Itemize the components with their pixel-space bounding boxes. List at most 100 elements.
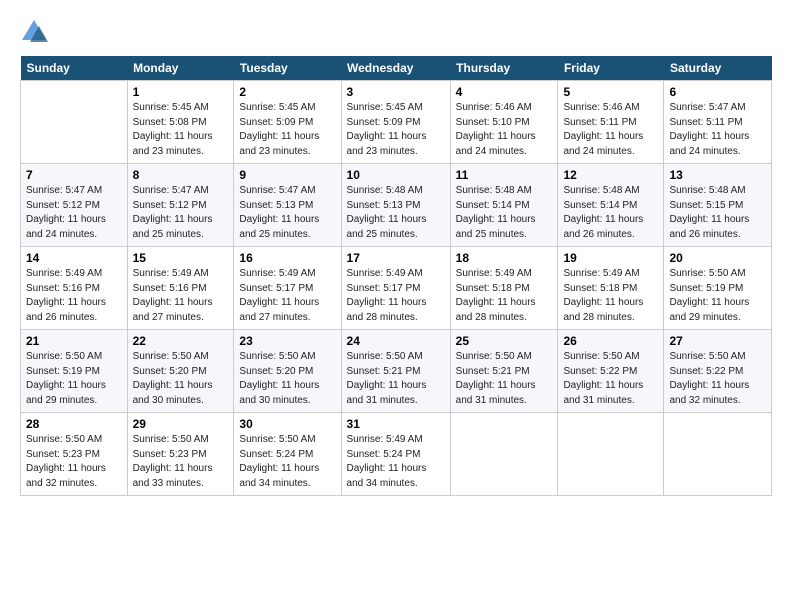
day-info: Sunrise: 5:49 AMSunset: 5:16 PMDaylight:… <box>133 267 229 325</box>
day-number: 8 <box>133 168 229 182</box>
day-info: Sunrise: 5:50 AMSunset: 5:20 PMDaylight:… <box>133 350 229 408</box>
page: SundayMondayTuesdayWednesdayThursdayFrid… <box>0 0 792 506</box>
col-header-tuesday: Tuesday <box>234 56 341 81</box>
day-cell <box>664 413 772 496</box>
day-info: Sunrise: 5:48 AMSunset: 5:14 PMDaylight:… <box>456 184 553 242</box>
col-header-friday: Friday <box>558 56 664 81</box>
day-cell: 28 Sunrise: 5:50 AMSunset: 5:23 PMDayligh… <box>21 413 128 496</box>
week-row-4: 21Sunrise: 5:50 AMSunset: 5:19 PMDayligh… <box>21 330 772 413</box>
day-info: Sunrise: 5:50 AMSunset: 5:23 PMDaylight:… <box>26 433 122 491</box>
day-cell: 17 Sunrise: 5:49 AMSunset: 5:17 PMDayligh… <box>341 247 450 330</box>
day-info: Sunrise: 5:48 AMSunset: 5:14 PMDaylight:… <box>563 184 658 242</box>
day-cell: 6 Sunrise: 5:47 AMSunset: 5:11 PMDaylight… <box>664 81 772 164</box>
day-info: Sunrise: 5:49 AMSunset: 5:18 PMDaylight:… <box>456 267 553 325</box>
day-cell <box>21 81 128 164</box>
day-cell: 15 Sunrise: 5:49 AMSunset: 5:16 PMDayligh… <box>127 247 234 330</box>
day-info: Sunrise: 5:49 AMSunset: 5:17 PMDaylight:… <box>347 267 445 325</box>
col-header-sunday: Sunday <box>21 56 128 81</box>
day-cell: 19 Sunrise: 5:49 AMSunset: 5:18 PMDayligh… <box>558 247 664 330</box>
day-number: 15 <box>133 251 229 265</box>
day-info: Sunrise: 5:49 AMSunset: 5:17 PMDaylight:… <box>239 267 335 325</box>
col-header-monday: Monday <box>127 56 234 81</box>
day-cell: 11 Sunrise: 5:48 AMSunset: 5:14 PMDayligh… <box>450 164 558 247</box>
day-number: 6 <box>669 85 766 99</box>
day-cell: 30Sunrise: 5:50 AMSunset: 5:24 PMDayligh… <box>234 413 341 496</box>
day-number: 23 <box>239 334 335 348</box>
day-cell: 16 Sunrise: 5:49 AMSunset: 5:17 PMDayligh… <box>234 247 341 330</box>
day-cell: 8 Sunrise: 5:47 AMSunset: 5:12 PMDaylight… <box>127 164 234 247</box>
day-number: 7 <box>26 168 122 182</box>
day-info: Sunrise: 5:50 AMSunset: 5:22 PMDaylight:… <box>669 350 766 408</box>
day-number: 26 <box>563 334 658 348</box>
day-cell: 27 Sunrise: 5:50 AMSunset: 5:22 PMDayligh… <box>664 330 772 413</box>
day-info: Sunrise: 5:49 AMSunset: 5:16 PMDaylight:… <box>26 267 122 325</box>
logo-icon <box>20 18 48 46</box>
day-info: Sunrise: 5:50 AMSunset: 5:20 PMDaylight:… <box>239 350 335 408</box>
day-number: 22 <box>133 334 229 348</box>
day-number: 31 <box>347 417 445 431</box>
week-row-2: 7 Sunrise: 5:47 AMSunset: 5:12 PMDaylight… <box>21 164 772 247</box>
day-number: 2 <box>239 85 335 99</box>
day-cell: 25 Sunrise: 5:50 AMSunset: 5:21 PMDayligh… <box>450 330 558 413</box>
day-number: 5 <box>563 85 658 99</box>
day-cell: 14Sunrise: 5:49 AMSunset: 5:16 PMDayligh… <box>21 247 128 330</box>
day-info: Sunrise: 5:47 AMSunset: 5:13 PMDaylight:… <box>239 184 335 242</box>
day-number: 1 <box>133 85 229 99</box>
day-cell: 24 Sunrise: 5:50 AMSunset: 5:21 PMDayligh… <box>341 330 450 413</box>
day-number: 24 <box>347 334 445 348</box>
day-number: 11 <box>456 168 553 182</box>
day-cell: 31 Sunrise: 5:49 AMSunset: 5:24 PMDayligh… <box>341 413 450 496</box>
day-info: Sunrise: 5:47 AMSunset: 5:12 PMDaylight:… <box>133 184 229 242</box>
day-number: 4 <box>456 85 553 99</box>
day-cell: 26 Sunrise: 5:50 AMSunset: 5:22 PMDayligh… <box>558 330 664 413</box>
day-number: 19 <box>563 251 658 265</box>
day-cell: 5 Sunrise: 5:46 AMSunset: 5:11 PMDaylight… <box>558 81 664 164</box>
day-info: Sunrise: 5:49 AMSunset: 5:24 PMDaylight:… <box>347 433 445 491</box>
day-cell: 13Sunrise: 5:48 AMSunset: 5:15 PMDayligh… <box>664 164 772 247</box>
day-cell: 18Sunrise: 5:49 AMSunset: 5:18 PMDayligh… <box>450 247 558 330</box>
day-number: 17 <box>347 251 445 265</box>
day-info: Sunrise: 5:50 AMSunset: 5:19 PMDaylight:… <box>669 267 766 325</box>
day-cell: 29 Sunrise: 5:50 AMSunset: 5:23 PMDayligh… <box>127 413 234 496</box>
day-cell: 1 Sunrise: 5:45 AMSunset: 5:08 PMDaylight… <box>127 81 234 164</box>
day-cell <box>450 413 558 496</box>
day-number: 20 <box>669 251 766 265</box>
day-cell: 21Sunrise: 5:50 AMSunset: 5:19 PMDayligh… <box>21 330 128 413</box>
day-info: Sunrise: 5:50 AMSunset: 5:22 PMDaylight:… <box>563 350 658 408</box>
day-info: Sunrise: 5:47 AMSunset: 5:12 PMDaylight:… <box>26 184 122 242</box>
day-number: 9 <box>239 168 335 182</box>
header <box>20 18 772 46</box>
day-cell: 9 Sunrise: 5:47 AMSunset: 5:13 PMDaylight… <box>234 164 341 247</box>
day-cell: 20 Sunrise: 5:50 AMSunset: 5:19 PMDayligh… <box>664 247 772 330</box>
day-info: Sunrise: 5:50 AMSunset: 5:23 PMDaylight:… <box>133 433 229 491</box>
day-number: 16 <box>239 251 335 265</box>
day-info: Sunrise: 5:45 AMSunset: 5:09 PMDaylight:… <box>347 101 445 159</box>
day-number: 27 <box>669 334 766 348</box>
day-info: Sunrise: 5:45 AMSunset: 5:08 PMDaylight:… <box>133 101 229 159</box>
day-info: Sunrise: 5:50 AMSunset: 5:21 PMDaylight:… <box>347 350 445 408</box>
week-row-5: 28 Sunrise: 5:50 AMSunset: 5:23 PMDayligh… <box>21 413 772 496</box>
day-cell <box>558 413 664 496</box>
day-cell: 7 Sunrise: 5:47 AMSunset: 5:12 PMDaylight… <box>21 164 128 247</box>
day-info: Sunrise: 5:46 AMSunset: 5:11 PMDaylight:… <box>563 101 658 159</box>
week-row-3: 14Sunrise: 5:49 AMSunset: 5:16 PMDayligh… <box>21 247 772 330</box>
day-info: Sunrise: 5:47 AMSunset: 5:11 PMDaylight:… <box>669 101 766 159</box>
day-cell: 23 Sunrise: 5:50 AMSunset: 5:20 PMDayligh… <box>234 330 341 413</box>
day-number: 29 <box>133 417 229 431</box>
day-info: Sunrise: 5:50 AMSunset: 5:21 PMDaylight:… <box>456 350 553 408</box>
day-info: Sunrise: 5:48 AMSunset: 5:13 PMDaylight:… <box>347 184 445 242</box>
day-info: Sunrise: 5:46 AMSunset: 5:10 PMDaylight:… <box>456 101 553 159</box>
day-number: 12 <box>563 168 658 182</box>
day-number: 21 <box>26 334 122 348</box>
day-number: 28 <box>26 417 122 431</box>
day-number: 30 <box>239 417 335 431</box>
col-header-thursday: Thursday <box>450 56 558 81</box>
week-row-1: 1 Sunrise: 5:45 AMSunset: 5:08 PMDaylight… <box>21 81 772 164</box>
day-info: Sunrise: 5:49 AMSunset: 5:18 PMDaylight:… <box>563 267 658 325</box>
day-info: Sunrise: 5:45 AMSunset: 5:09 PMDaylight:… <box>239 101 335 159</box>
day-number: 25 <box>456 334 553 348</box>
day-info: Sunrise: 5:48 AMSunset: 5:15 PMDaylight:… <box>669 184 766 242</box>
logo <box>20 18 50 46</box>
col-header-saturday: Saturday <box>664 56 772 81</box>
day-cell: 22 Sunrise: 5:50 AMSunset: 5:20 PMDayligh… <box>127 330 234 413</box>
